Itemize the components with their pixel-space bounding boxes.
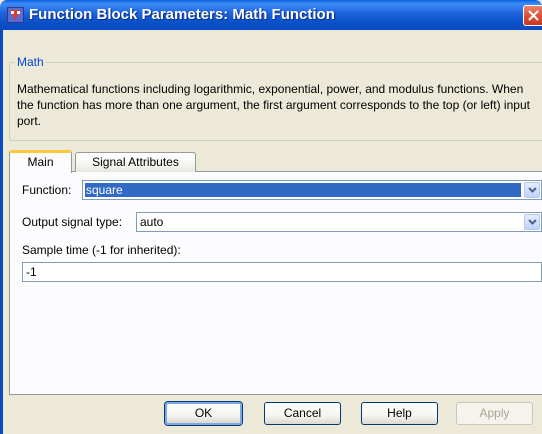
tab-panel-main bbox=[9, 171, 542, 395]
chevron-down-icon[interactable] bbox=[524, 182, 540, 198]
apply-button[interactable]: Apply bbox=[456, 402, 533, 425]
function-select[interactable]: square bbox=[82, 180, 542, 200]
output-signal-type-select[interactable]: auto bbox=[136, 212, 542, 232]
tab-signal-attributes[interactable]: Signal Attributes bbox=[75, 152, 196, 172]
sample-time-label: Sample time (-1 for inherited): bbox=[22, 243, 181, 257]
ok-button[interactable]: OK bbox=[165, 402, 242, 425]
tab-main[interactable]: Main bbox=[9, 150, 72, 173]
function-select-value: square bbox=[85, 183, 521, 197]
output-signal-type-value: auto bbox=[140, 215, 164, 229]
window-title: Function Block Parameters: Math Function bbox=[29, 6, 335, 23]
close-button[interactable] bbox=[523, 5, 542, 26]
function-label: Function: bbox=[22, 183, 72, 197]
chevron-down-icon[interactable] bbox=[524, 214, 540, 230]
sample-time-input[interactable]: -1 bbox=[22, 262, 542, 282]
output-signal-type-label: Output signal type: bbox=[22, 215, 123, 229]
dialog-window: Function Block Parameters: Math Function… bbox=[0, 0, 542, 434]
block-description: Mathematical functions including logarit… bbox=[17, 82, 530, 128]
help-button[interactable]: Help bbox=[361, 402, 438, 425]
simulink-block-icon bbox=[7, 7, 24, 23]
cancel-button[interactable]: Cancel bbox=[264, 402, 341, 425]
groupbox-legend: Math bbox=[15, 55, 46, 69]
window-frame-left bbox=[0, 30, 3, 434]
title-bar[interactable]: Function Block Parameters: Math Function bbox=[0, 0, 542, 30]
